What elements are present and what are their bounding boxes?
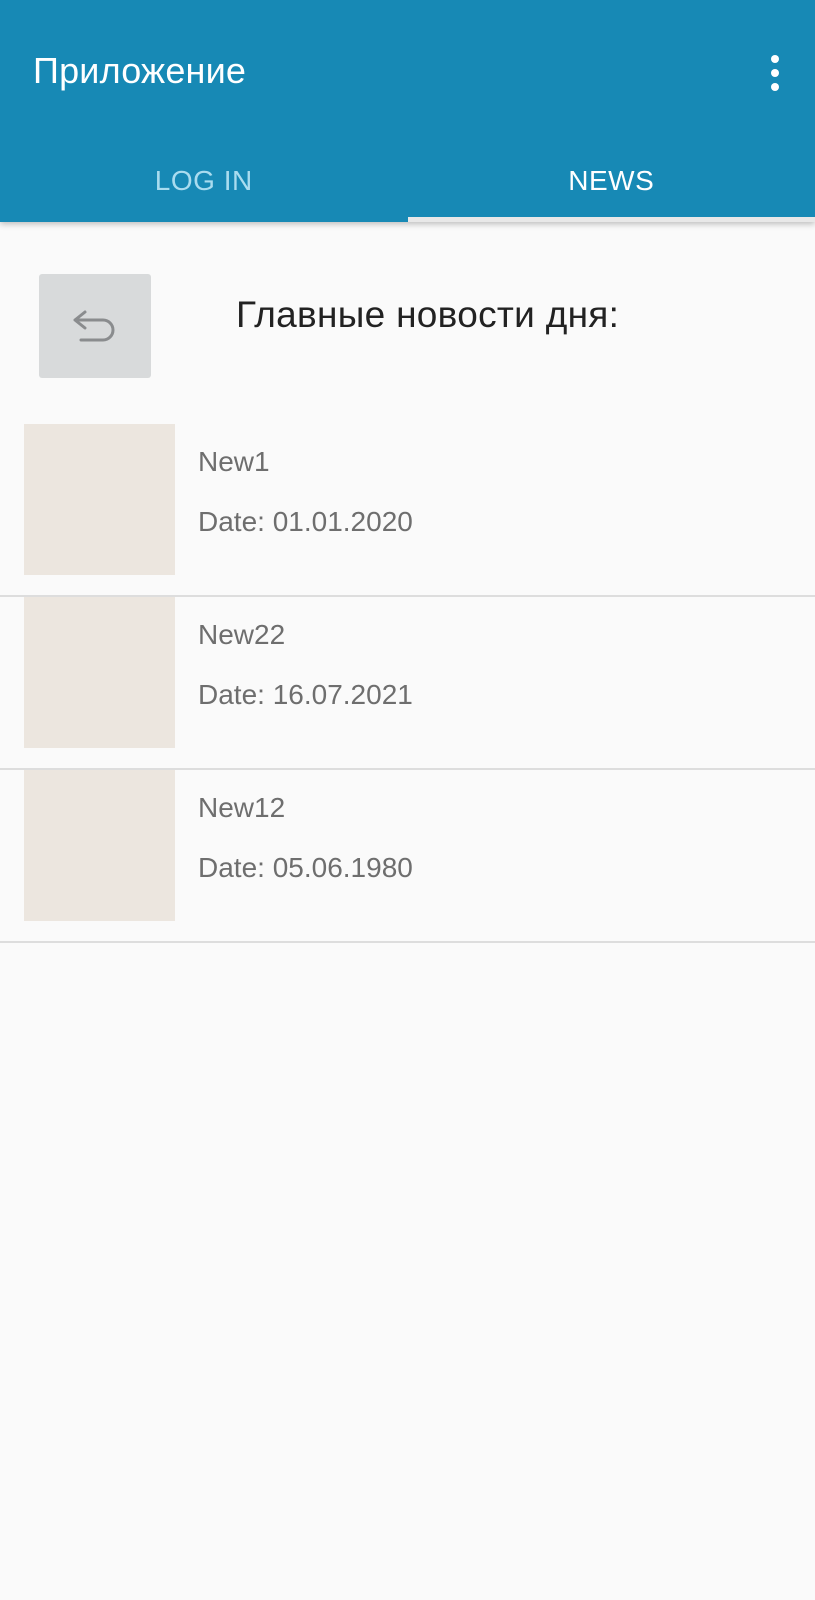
tab-bar: LOG IN NEWS [0, 140, 815, 222]
news-thumbnail [24, 597, 175, 748]
news-title: New1 [198, 446, 270, 477]
news-thumbnail [24, 424, 175, 575]
news-item[interactable]: New22 Date: 16.07.2021 [0, 597, 815, 770]
news-title: New22 [198, 619, 286, 650]
news-date: Date: 05.06.1980 [198, 852, 413, 883]
more-options-button[interactable] [755, 50, 795, 96]
news-thumbnail [24, 770, 175, 921]
news-title: New12 [198, 792, 286, 823]
tab-log-in[interactable]: LOG IN [0, 140, 408, 222]
news-list: New1 Date: 01.01.2020 New22 Date: 16.07.… [0, 424, 815, 943]
undo-back-icon [73, 310, 115, 342]
news-item[interactable]: New12 Date: 05.06.1980 [0, 770, 815, 943]
app-bar: Приложение LOG IN NEWS [0, 0, 815, 222]
news-date: Date: 01.01.2020 [198, 506, 413, 537]
more-vert-icon [771, 55, 779, 91]
page-heading: Главные новости дня: [236, 294, 620, 335]
tab-indicator [408, 217, 815, 222]
news-date: Date: 16.07.2021 [198, 679, 413, 710]
back-button[interactable] [39, 274, 151, 378]
news-item[interactable]: New1 Date: 01.01.2020 [0, 424, 815, 597]
app-screen: Приложение LOG IN NEWS Главные новости д… [0, 0, 815, 1600]
tab-news[interactable]: NEWS [408, 140, 815, 222]
app-title: Приложение [33, 50, 247, 91]
